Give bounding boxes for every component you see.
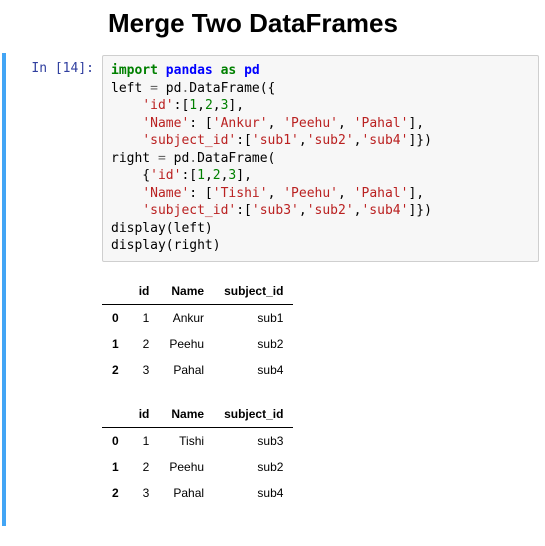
table-row: 01Ankursub1 [102,305,293,332]
table-cell: Pahal [159,480,214,506]
table-row: 12Peehusub2 [102,331,293,357]
table-cell: 2 [129,454,160,480]
table-cell: 2 [129,331,160,357]
dataframe-table: idNamesubject_id01Ankursub112Peehusub223… [102,278,293,383]
table-cell: sub1 [214,305,293,332]
cell-body: import pandas as pd left = pd.DataFrame(… [102,55,539,524]
code-input[interactable]: import pandas as pd left = pd.DataFrame(… [102,55,539,262]
column-header: id [129,278,160,305]
column-header: Name [159,278,214,305]
column-header: Name [159,401,214,428]
table-cell: 1 [129,428,160,455]
table-cell: sub4 [214,357,293,383]
table-row: 23Pahalsub4 [102,480,293,506]
table-cell: sub3 [214,428,293,455]
input-prompt: In [14]: [6,55,102,524]
output-area: idNamesubject_id01Ankursub112Peehusub223… [102,262,539,506]
table-cell: Peehu [159,454,214,480]
row-index: 2 [102,357,129,383]
row-index: 0 [102,305,129,332]
table-row: 12Peehusub2 [102,454,293,480]
table-row: 01Tishisub3 [102,428,293,455]
row-index: 0 [102,428,129,455]
table-cell: 3 [129,480,160,506]
table-cell: sub2 [214,454,293,480]
dataframe-table: idNamesubject_id01Tishisub312Peehusub223… [102,401,293,506]
table-cell: 3 [129,357,160,383]
table-row: 23Pahalsub4 [102,357,293,383]
table-cell: Peehu [159,331,214,357]
table-corner [102,278,129,305]
column-header: subject_id [214,401,293,428]
table-cell: Tishi [159,428,214,455]
table-cell: Pahal [159,357,214,383]
table-cell: sub4 [214,480,293,506]
row-index: 2 [102,480,129,506]
table-cell: Ankur [159,305,214,332]
page-title: Merge Two DataFrames [108,8,545,39]
column-header: id [129,401,160,428]
code-cell[interactable]: In [14]: import pandas as pd left = pd.D… [2,53,545,526]
table-cell: sub2 [214,331,293,357]
table-cell: 1 [129,305,160,332]
table-corner [102,401,129,428]
column-header: subject_id [214,278,293,305]
row-index: 1 [102,454,129,480]
row-index: 1 [102,331,129,357]
